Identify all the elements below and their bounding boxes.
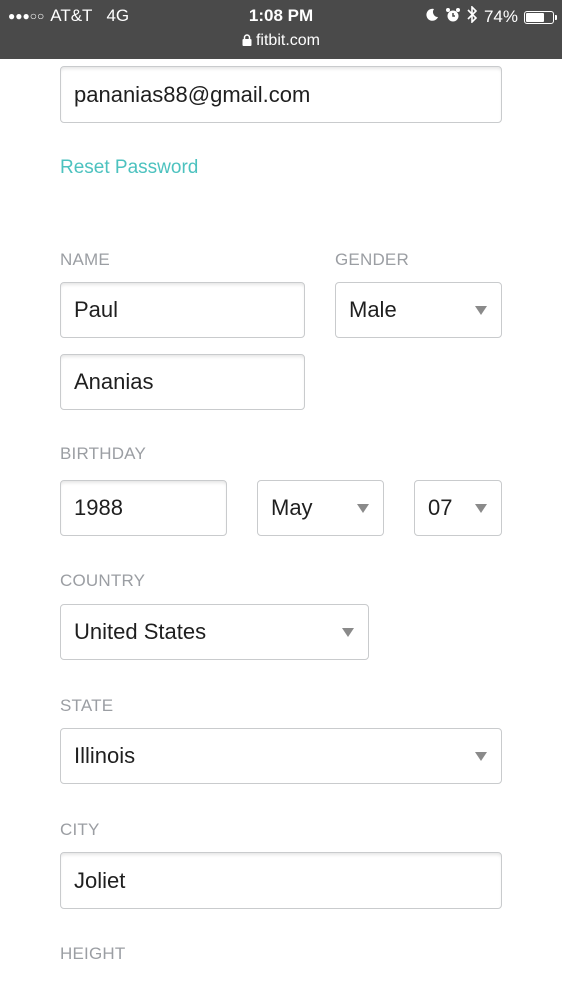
height-label: HEIGHT: [60, 944, 126, 963]
birth-day-value: 07: [428, 495, 453, 520]
battery-fill: [526, 12, 544, 22]
birth-month-value: May: [271, 495, 313, 520]
birth-month-select[interactable]: May: [257, 480, 384, 536]
birth-year-field[interactable]: 1988: [60, 480, 227, 536]
state-label: STATE: [60, 696, 114, 715]
birth-year-value: 1988: [74, 495, 123, 520]
city-label: CITY: [60, 820, 100, 839]
battery-percent: 74%: [483, 7, 518, 26]
gender-value: Male: [349, 297, 397, 322]
gender-label: GENDER: [335, 250, 409, 269]
first-name-field[interactable]: Paul: [60, 282, 305, 338]
status-right: 74%: [425, 5, 557, 28]
chevron-down-icon: [357, 504, 369, 513]
status-bar: ●●●○○ AT&T 4G 1:08 PM 74% fitbit.com: [0, 0, 562, 59]
first-name-value: Paul: [74, 297, 119, 322]
chevron-down-icon: [475, 504, 487, 513]
country-select[interactable]: United States: [60, 604, 369, 660]
birth-day-select[interactable]: 07: [414, 480, 502, 536]
chevron-down-icon: [475, 306, 487, 315]
email-value: pananias88@gmail.com: [74, 81, 311, 107]
last-name-value: Ananias: [74, 369, 154, 394]
state-value: Illinois: [74, 743, 136, 768]
address-bar[interactable]: fitbit.com: [0, 32, 562, 51]
city-value: Joliet: [74, 867, 126, 893]
name-label: NAME: [60, 250, 110, 269]
city-field[interactable]: Joliet: [60, 852, 502, 909]
chevron-down-icon: [475, 752, 487, 761]
alarm-icon: [445, 7, 461, 28]
country-label: COUNTRY: [60, 571, 146, 590]
moon-icon: [425, 7, 439, 27]
bluetooth-icon: [467, 5, 478, 28]
lock-icon: [242, 33, 252, 51]
gender-select[interactable]: Male: [335, 282, 502, 338]
state-select[interactable]: Illinois: [60, 728, 502, 784]
country-value: United States: [74, 619, 207, 644]
reset-password-link[interactable]: Reset Password: [60, 157, 198, 179]
chevron-down-icon: [342, 628, 354, 637]
last-name-field[interactable]: Ananias: [60, 354, 305, 410]
battery-icon: [524, 10, 557, 24]
birthday-label: BIRTHDAY: [60, 444, 146, 463]
page-url: fitbit.com: [255, 32, 320, 49]
email-field[interactable]: pananias88@gmail.com: [60, 66, 502, 123]
